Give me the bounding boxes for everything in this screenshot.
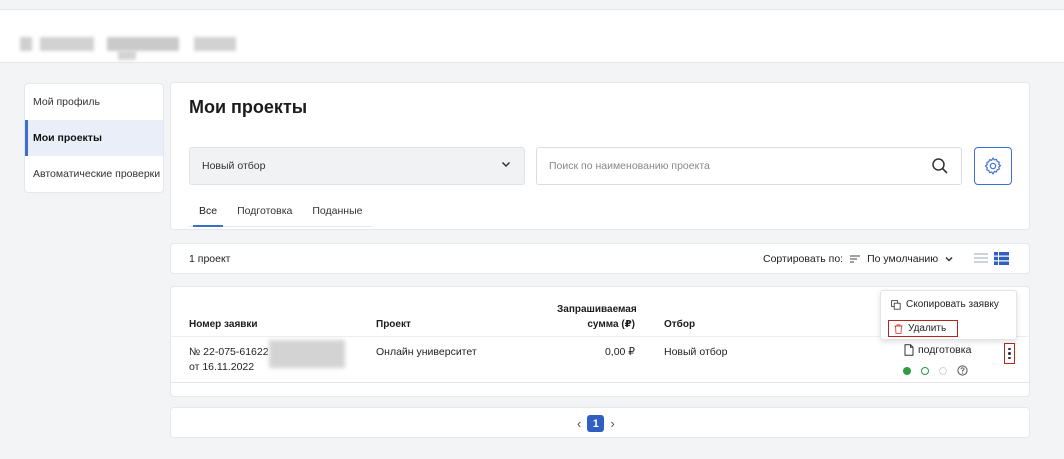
blurred-logo-text xyxy=(107,37,179,51)
search-box xyxy=(536,147,962,185)
search-input[interactable] xyxy=(537,148,917,184)
next-page-icon[interactable]: › xyxy=(610,416,614,431)
delete-label: Удалить xyxy=(908,323,947,334)
search-icon[interactable] xyxy=(931,157,949,175)
site-header xyxy=(0,10,1064,63)
step-complete-dot xyxy=(903,366,911,375)
column-header-project: Проект xyxy=(376,319,411,330)
sort-label: Сортировать по: xyxy=(763,253,844,265)
copy-icon xyxy=(891,299,901,310)
sort-dropdown[interactable]: По умолчанию xyxy=(867,253,938,265)
status-tabs: Все Подготовка Поданные xyxy=(189,205,373,227)
progress-steps xyxy=(903,365,968,376)
results-count: 1 проект xyxy=(189,253,231,265)
status-text: подготовка xyxy=(918,344,972,356)
row-actions-menu-button[interactable] xyxy=(1004,343,1015,364)
blurred-logo-text xyxy=(194,37,236,51)
gear-icon xyxy=(984,157,1002,175)
blurred-logo xyxy=(20,37,32,51)
sidebar-item-profile[interactable]: Мой профиль xyxy=(25,84,163,120)
step-current-dot xyxy=(921,366,929,375)
column-header-amount-line1: Запрашиваемая xyxy=(557,304,637,315)
copy-application-menu-item[interactable]: Скопировать заявку xyxy=(891,299,999,310)
application-date: от 16.11.2022 xyxy=(189,361,255,373)
trash-icon xyxy=(894,323,903,334)
table-view-icon[interactable] xyxy=(994,252,1009,265)
sidebar-item-projects[interactable]: Мои проекты xyxy=(25,120,163,156)
results-toolbar: 1 проект Сортировать по: По умолчанию xyxy=(170,243,1030,274)
blurred-text xyxy=(269,340,345,368)
tab-submitted[interactable]: Поданные xyxy=(302,205,372,226)
table-bottom-border xyxy=(171,382,1031,383)
selection-dropdown[interactable]: Новый отбор xyxy=(189,147,525,185)
help-icon[interactable] xyxy=(957,365,968,376)
copy-application-label: Скопировать заявку xyxy=(906,299,999,310)
sort-control: Сортировать по: По умолчанию xyxy=(763,253,954,265)
prev-page-icon[interactable]: ‹ xyxy=(577,416,581,431)
projects-filter-panel: Мои проекты Новый отбор Все Подготовка П… xyxy=(170,82,1030,230)
project-name[interactable]: Онлайн университет xyxy=(376,345,477,360)
column-header-amount-line2: сумма (₽) xyxy=(587,319,635,330)
blurred-logo-text xyxy=(118,50,136,60)
sidebar: Мой профиль Мои проекты Автоматические п… xyxy=(24,83,164,193)
sidebar-item-auto-checks[interactable]: Автоматические проверки xyxy=(25,156,163,192)
selection-name: Новый отбор xyxy=(664,346,728,358)
delete-menu-item[interactable]: Удалить xyxy=(888,320,958,337)
page-title: Мои проекты xyxy=(189,97,308,117)
document-icon xyxy=(904,344,914,356)
list-view-icon[interactable] xyxy=(974,252,988,264)
tab-all[interactable]: Все xyxy=(189,205,227,227)
settings-button[interactable] xyxy=(974,147,1012,185)
application-number[interactable]: № 22-075-61622 xyxy=(189,345,269,360)
sort-icon xyxy=(850,255,861,263)
column-header-selection: Отбор xyxy=(664,319,696,330)
chevron-down-icon xyxy=(500,158,512,173)
page-number-current[interactable]: 1 xyxy=(587,415,605,432)
tab-preparation[interactable]: Подготовка xyxy=(227,205,302,226)
selection-dropdown-value: Новый отбор xyxy=(202,160,266,172)
pagination: ‹ 1 › xyxy=(577,415,615,432)
pagination-panel: ‹ 1 › xyxy=(170,407,1030,438)
column-header-number: Номер заявки xyxy=(189,319,258,330)
status-label: подготовка xyxy=(904,344,971,356)
blurred-logo-text xyxy=(40,37,94,51)
row-context-menu: Скопировать заявку Удалить xyxy=(880,290,1017,340)
chevron-down-icon[interactable] xyxy=(944,254,954,264)
step-pending-dot xyxy=(939,366,947,375)
requested-amount: 0,00 ₽ xyxy=(604,346,635,358)
